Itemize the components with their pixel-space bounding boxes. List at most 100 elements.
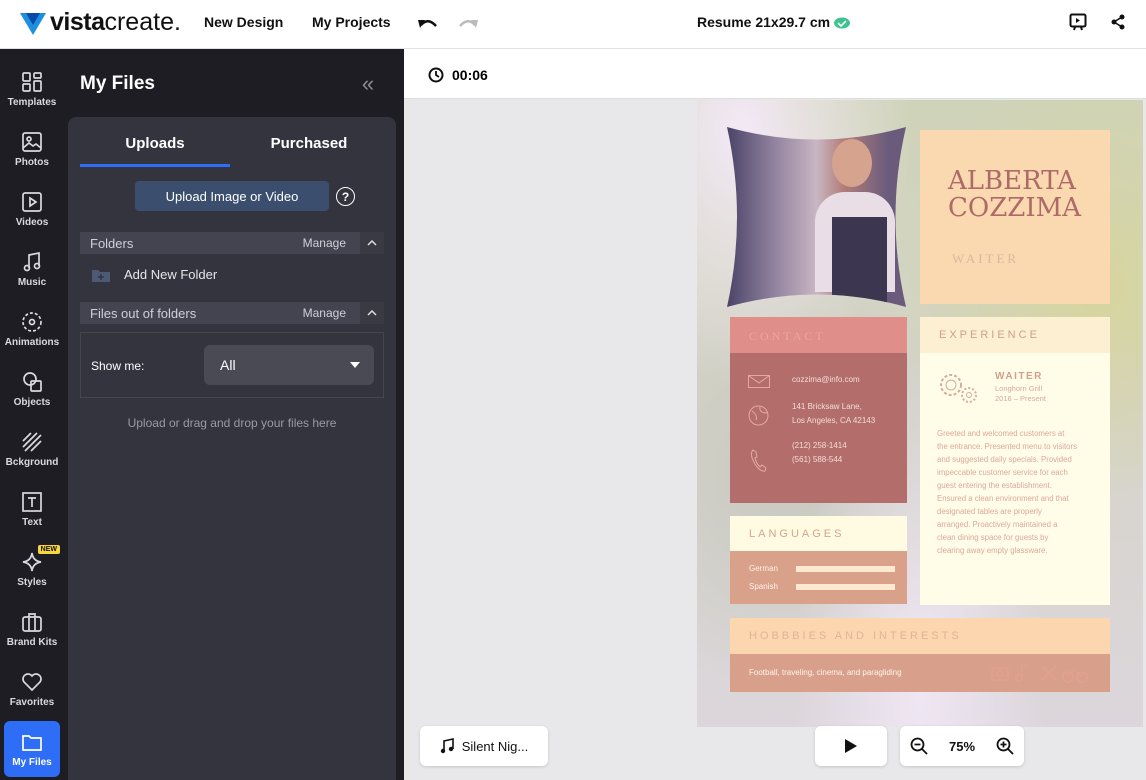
- tab-purchased[interactable]: Purchased: [234, 135, 384, 152]
- job-title: WAITER: [952, 251, 1020, 266]
- zoom-out-icon[interactable]: [910, 737, 928, 755]
- contact-section[interactable]: CONTACT cozzima@info.com 141 Bricksaw La…: [730, 317, 907, 503]
- sidebar-item-animations[interactable]: Animations: [4, 301, 60, 357]
- hobbies-section[interactable]: HOBBBIES AND INTERESTS Football, traveli…: [730, 618, 1110, 692]
- contact-phone-1: (212) 258-1414: [792, 441, 847, 450]
- contact-address-2: Los Angeles, CA 42143: [792, 416, 876, 425]
- sidebar-item-styles[interactable]: Styles NEW: [4, 541, 60, 597]
- logo[interactable]: vistacreate.: [20, 8, 181, 37]
- document-title[interactable]: Resume 21x29.7 cm: [697, 14, 830, 30]
- sidebar-item-label: Templates: [7, 96, 57, 108]
- phone-icon: [750, 449, 767, 472]
- sidebar-item-objects[interactable]: Objects: [4, 361, 60, 417]
- logo-icon: [20, 12, 46, 35]
- folder-icon: [22, 734, 42, 751]
- uploads-card: Uploads Purchased Upload Image or Video …: [68, 117, 396, 780]
- photos-icon: [22, 131, 42, 152]
- sidebar-item-templates[interactable]: Templates: [4, 61, 60, 117]
- experience-heading: EXPERIENCE: [920, 317, 1110, 353]
- music-icon: [23, 251, 41, 271]
- sidebar-item-my-files[interactable]: My Files: [4, 721, 60, 777]
- duration-text: 00:06: [452, 67, 488, 83]
- sidebar-item-label: Styles: [17, 576, 47, 588]
- sidebar-item-label: My Files: [12, 756, 52, 768]
- tab-uploads[interactable]: Uploads: [80, 135, 230, 152]
- experience-dates: 2016 – Present: [995, 394, 1046, 403]
- hobby-icons: [991, 663, 1088, 683]
- text-icon: [22, 491, 42, 512]
- present-icon[interactable]: [1067, 11, 1089, 33]
- chevron-up-icon[interactable]: [360, 302, 384, 324]
- sidebar-item-label: Favorites: [9, 696, 55, 708]
- templates-icon: [22, 71, 42, 92]
- sidebar-item-label: Text: [22, 516, 42, 528]
- sidebar-rail: Templates Photos Videos Music Animations Obje…: [0, 49, 68, 780]
- folders-section-header: Folders Manage: [80, 232, 384, 254]
- sidebar-item-bckground[interactable]: Bckground: [4, 421, 60, 477]
- sidebar-item-label: Music: [17, 276, 47, 288]
- sidebar-item-label: Photos: [15, 156, 49, 168]
- new-design-link[interactable]: New Design: [204, 14, 283, 30]
- animations-icon: [22, 311, 42, 332]
- sidebar-item-photos[interactable]: Photos: [4, 121, 60, 177]
- zoom-level: 75%: [948, 738, 976, 754]
- show-me-value: All: [220, 357, 236, 373]
- show-me-select[interactable]: All: [204, 345, 374, 385]
- help-icon[interactable]: ?: [336, 187, 355, 206]
- sidebar-item-videos[interactable]: Videos: [4, 181, 60, 237]
- add-new-folder-button[interactable]: Add New Folder: [92, 267, 217, 282]
- name-block[interactable]: ALBERTA COZZIMA WAITER: [920, 130, 1110, 304]
- music-note-icon: [440, 738, 454, 754]
- add-folder-label: Add New Folder: [124, 267, 218, 282]
- zoom-control: 75%: [900, 726, 1024, 766]
- logo-text: vista: [50, 8, 105, 36]
- sidebar-item-label: Animations: [4, 336, 60, 348]
- upload-button[interactable]: Upload Image or Video: [135, 181, 329, 211]
- sidebar-item-label: Objects: [13, 396, 51, 408]
- language-level-bar: [796, 566, 895, 572]
- profile-photo[interactable]: [727, 127, 906, 307]
- panel-title: My Files: [80, 73, 155, 94]
- share-icon[interactable]: [1107, 11, 1129, 33]
- caret-down-icon: [350, 362, 360, 368]
- sidebar-item-brand-kits[interactable]: Brand Kits: [4, 601, 60, 657]
- sidebar-item-text[interactable]: Text: [4, 481, 60, 537]
- languages-section[interactable]: LANGUAGES German Spanish: [730, 516, 907, 604]
- experience-description: Greeted and welcomed customers at the en…: [937, 429, 1077, 555]
- my-projects-link[interactable]: My Projects: [312, 14, 391, 30]
- music-track-button[interactable]: Silent Nig...: [420, 726, 548, 766]
- files-out-label: Files out of folders: [90, 305, 197, 321]
- manage-folders-button[interactable]: Manage: [303, 236, 346, 250]
- show-me-label: Show me:: [91, 359, 145, 373]
- chevron-up-icon[interactable]: [360, 232, 384, 254]
- sidebar-item-label: Bckground: [5, 456, 59, 468]
- timeline-bar: 00:06: [404, 49, 1146, 99]
- folders-label: Folders: [90, 235, 134, 251]
- collapse-panel-icon[interactable]: «: [356, 71, 380, 96]
- resume-canvas[interactable]: ALBERTA COZZIMA WAITER CONTACT cozzima@in…: [697, 100, 1143, 727]
- zoom-in-icon[interactable]: [996, 737, 1014, 755]
- redo-icon[interactable]: [456, 12, 480, 36]
- manage-files-button[interactable]: Manage: [303, 306, 346, 320]
- new-badge: NEW: [37, 545, 60, 554]
- contact-address-1: 141 Bricksaw Lane,: [792, 402, 862, 411]
- sidebar-item-music[interactable]: Music: [4, 241, 60, 297]
- sidebar-item-favorites[interactable]: Favorites: [4, 661, 60, 717]
- language-level-bar: [796, 584, 895, 590]
- contact-heading: CONTACT: [730, 317, 907, 353]
- play-button[interactable]: [815, 726, 887, 766]
- files-out-section-header: Files out of folders Manage: [80, 302, 384, 324]
- clock-icon: [428, 67, 444, 83]
- hobbies-text: Football, traveling, cinema, and paragli…: [749, 668, 902, 677]
- my-files-panel: My Files « Uploads Purchased Upload Imag…: [68, 49, 404, 780]
- undo-icon[interactable]: [416, 12, 440, 36]
- language-name: German: [749, 564, 778, 573]
- play-icon: [845, 739, 857, 753]
- sidebar-item-label: Videos: [15, 216, 49, 228]
- videos-icon: [22, 191, 42, 212]
- cloud-saved-icon: [832, 12, 852, 32]
- logo-text-light: create.: [104, 8, 181, 36]
- brand-kits-icon: [22, 612, 42, 632]
- experience-section[interactable]: EXPERIENCE WAITER Longhorn Grill 2016 – …: [920, 317, 1110, 605]
- sidebar-item-label: Brand Kits: [6, 636, 58, 648]
